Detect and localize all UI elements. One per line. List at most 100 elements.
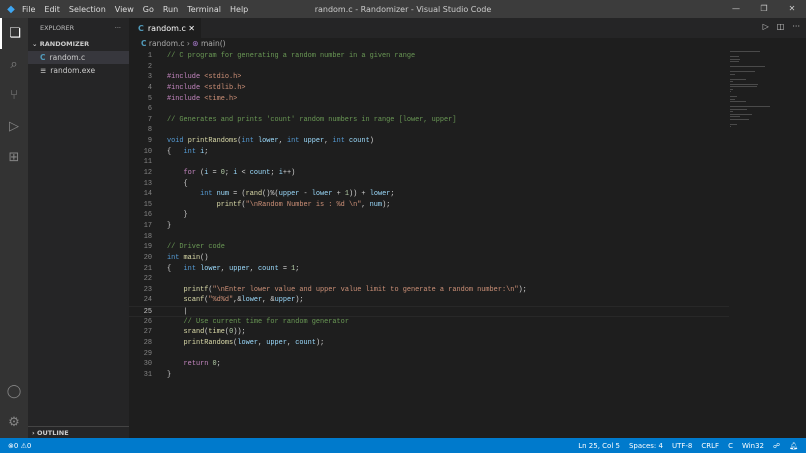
breadcrumb-file[interactable]: random.c (149, 39, 185, 48)
run-debug-icon[interactable]: ▷ (0, 111, 28, 142)
tab-random-c[interactable]: Crandom.c ✕ (129, 18, 201, 38)
more-icon[interactable]: ··· (792, 22, 800, 31)
code-token: , (361, 200, 370, 209)
minimap-line (730, 123, 737, 125)
menu-selection[interactable]: Selection (69, 5, 106, 14)
minimap[interactable] (730, 51, 770, 127)
minimap-line (730, 86, 757, 87)
minimap-line (730, 78, 746, 80)
settings-gear-icon[interactable]: ⚙ (0, 407, 28, 438)
code-line[interactable]: 30 return 0; (129, 359, 729, 370)
menu-terminal[interactable]: Terminal (187, 5, 221, 14)
account-icon[interactable]: ◯ (0, 376, 28, 407)
code-line[interactable]: 17} (129, 221, 729, 232)
code-line[interactable]: 29 (129, 349, 729, 360)
code-line[interactable]: 31} (129, 370, 729, 381)
line-number: 19 (143, 243, 152, 252)
extensions-icon[interactable]: ⊞ (0, 142, 28, 173)
code-token: scanf (183, 296, 205, 305)
minimap-line (730, 91, 731, 92)
menu-file[interactable]: File (22, 5, 35, 14)
file-random-exe[interactable]: ≡ random.exe (28, 64, 129, 77)
code-line[interactable]: 8 (129, 125, 729, 136)
search-icon[interactable]: ⌕ (0, 49, 28, 80)
code-line[interactable]: 25 | (129, 306, 729, 317)
code-line[interactable]: 12 for (i = 0; i < count; i++) (129, 168, 729, 179)
code-line[interactable]: 13 { (129, 179, 729, 190)
menu-edit[interactable]: Edit (44, 5, 60, 14)
minimize-icon[interactable]: — (722, 0, 750, 18)
code-line[interactable]: 20 int main() (129, 253, 729, 264)
code-token: lower (241, 296, 263, 305)
code-line[interactable]: 11 (129, 157, 729, 168)
code-token: ); (315, 338, 325, 347)
code-line[interactable]: 24 scanf("%d%d",&lower, &upper); (129, 295, 729, 306)
line-number: 3 (147, 73, 152, 82)
line-number: 6 (147, 105, 152, 114)
code-line[interactable]: 1 // C program for generating a random nu… (129, 51, 729, 62)
restore-icon[interactable]: ❐ (750, 0, 778, 18)
code-line[interactable]: 5 #include <time.h> (129, 94, 729, 105)
code-token: for (183, 168, 201, 177)
breadcrumb-symbol[interactable]: main() (201, 39, 226, 48)
folder-randomizer[interactable]: ⌄ RANDOMIZER (28, 38, 129, 51)
line-number: 2 (147, 62, 152, 71)
cursor-position[interactable]: Ln 25, Col 5 (578, 442, 620, 450)
menu-help[interactable]: Help (230, 5, 248, 14)
code-line[interactable]: 23 printf("\nEnter lower value and upper… (129, 285, 729, 296)
code-line[interactable]: 6 (129, 104, 729, 115)
code-line[interactable]: 3 #include <stdio.h> (129, 72, 729, 83)
indentation[interactable]: Spaces: 4 (629, 442, 663, 450)
line-number: 15 (143, 200, 152, 209)
code-line[interactable]: 15 printf("\nRandom Number is : %d \n", … (129, 200, 729, 211)
source-control-icon[interactable]: ⑂ (0, 80, 28, 111)
file-random-c[interactable]: Crandom.c (28, 51, 129, 64)
problems-indicator[interactable]: ⊗0 ⚠0 (0, 442, 31, 450)
code-line[interactable]: 22 (129, 274, 729, 285)
menu-run[interactable]: Run (163, 5, 178, 14)
code-token: "\nRandom Number is : %d \n" (245, 200, 362, 209)
code-token: , (249, 264, 259, 273)
close-icon[interactable]: ✕ (778, 0, 806, 18)
close-tab-icon[interactable]: ✕ (188, 24, 195, 33)
minimap-line (730, 61, 739, 62)
code-token: upper (303, 137, 325, 145)
code-line[interactable]: 10{ int i; (129, 147, 729, 158)
code-token: upper (229, 264, 250, 273)
language-mode[interactable]: C (728, 442, 733, 450)
code-line[interactable]: 27 srand(time(0)); (129, 327, 729, 338)
code-token: ()%( (262, 190, 279, 199)
code-line[interactable]: 26 // Use current time for random genera… (129, 317, 729, 328)
code-token: <stdlib.h> (204, 83, 246, 92)
outline-section[interactable]: › OUTLINE (28, 426, 129, 438)
menu-go[interactable]: Go (143, 5, 154, 14)
code-line[interactable]: 9 void printRandoms(int lower, int upper,… (129, 136, 729, 147)
explorer-icon[interactable]: ❏ (0, 18, 28, 49)
code-line[interactable]: 18 (129, 232, 729, 243)
line-number: 12 (143, 168, 152, 177)
encoding[interactable]: UTF-8 (672, 442, 692, 450)
more-actions-icon[interactable]: ··· (115, 24, 121, 32)
line-number: 27 (143, 328, 152, 337)
code-line[interactable]: 7 // Generates and prints 'count' random … (129, 115, 729, 126)
code-token: "\nEnter lower value and upper value lim… (212, 285, 519, 294)
code-line[interactable]: 4 #include <stdlib.h> (129, 83, 729, 94)
notifications-bell-icon[interactable]: 🔔︎ (789, 442, 798, 450)
platform[interactable]: Win32 (742, 442, 764, 450)
code-line[interactable]: 28 printRandoms(lower, upper, count); (129, 338, 729, 349)
menu-bar: File Edit Selection View Go Run Terminal Help (22, 5, 257, 14)
code-line[interactable]: 21{ int lower, upper, count = 1; (129, 264, 729, 275)
vscode-logo-icon: ◆ (7, 3, 15, 15)
code-editor[interactable]: 1 // C program for generating a random nu… (129, 51, 729, 380)
code-line[interactable]: 14 int num = (rand()%(upper - lower + 1)… (129, 189, 729, 200)
code-line[interactable]: 16 } (129, 210, 729, 221)
split-editor-icon[interactable]: ◫ (777, 22, 785, 31)
code-line[interactable]: 2 (129, 62, 729, 73)
line-ending[interactable]: CRLF (701, 442, 719, 450)
code-token: upper (266, 338, 287, 347)
menu-view[interactable]: View (115, 5, 134, 14)
feedback-icon[interactable]: ☍ (773, 442, 780, 450)
run-icon[interactable]: ▷ (763, 22, 769, 31)
code-line[interactable]: 19 // Driver code (129, 242, 729, 253)
